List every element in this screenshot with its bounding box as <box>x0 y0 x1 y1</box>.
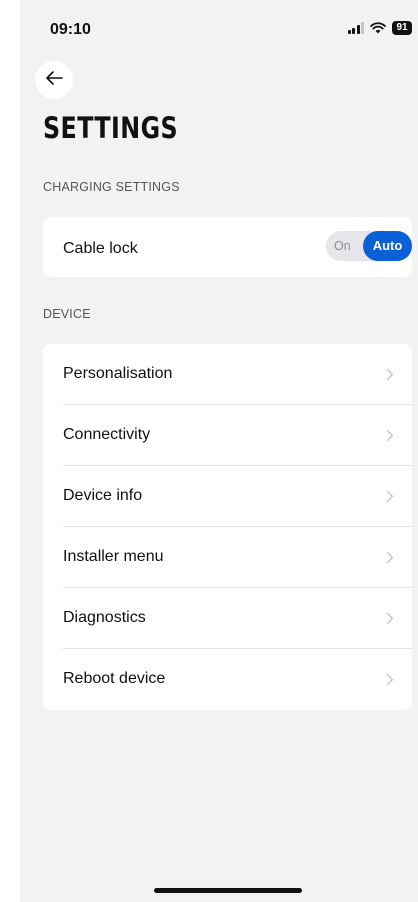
wifi-icon <box>370 22 386 34</box>
menu-item-label: Personalisation <box>63 365 173 382</box>
menu-item-label: Diagnostics <box>63 609 146 626</box>
chevron-right-icon <box>386 673 394 691</box>
menu-item-label: Device info <box>63 487 143 504</box>
menu-item-label: Reboot device <box>63 670 166 687</box>
cable-lock-label: Cable lock <box>63 240 138 257</box>
section-header-charging: CHARGING SETTINGS <box>43 180 180 194</box>
menu-item-connectivity[interactable]: Connectivity <box>43 405 412 466</box>
signal-icon <box>347 22 364 34</box>
status-time: 09:10 <box>50 21 91 38</box>
status-icons: 91 <box>347 21 412 35</box>
chevron-right-icon <box>386 551 394 569</box>
menu-item-personalisation[interactable]: Personalisation <box>43 344 412 405</box>
chevron-right-icon <box>386 429 394 447</box>
menu-item-device-info[interactable]: Device info <box>43 466 412 527</box>
cable-lock-toggle[interactable]: On Auto <box>326 231 412 261</box>
chevron-right-icon <box>386 368 394 386</box>
menu-item-diagnostics[interactable]: Diagnostics <box>43 588 412 649</box>
settings-screen: 09:10 91 SETTINGS CHARGING SETTINGS Cabl… <box>20 0 418 902</box>
menu-item-installer-menu[interactable]: Installer menu <box>43 527 412 588</box>
toggle-option-on[interactable]: On <box>334 239 351 253</box>
menu-item-label: Connectivity <box>63 426 151 443</box>
chevron-right-icon <box>386 490 394 508</box>
page-title: SETTINGS <box>43 111 179 145</box>
status-bar: 09:10 91 <box>20 0 418 56</box>
home-indicator <box>154 888 302 893</box>
battery-icon: 91 <box>392 21 412 35</box>
arrow-left-icon <box>45 70 63 91</box>
toggle-option-auto[interactable]: Auto <box>363 231 412 261</box>
back-button[interactable] <box>35 61 73 99</box>
menu-item-label: Installer menu <box>63 548 164 565</box>
device-menu-card: Personalisation Connectivity Device info… <box>43 344 412 710</box>
chevron-right-icon <box>386 612 394 630</box>
menu-item-reboot-device[interactable]: Reboot device <box>43 649 412 710</box>
cable-lock-card: Cable lock On Auto <box>43 217 412 277</box>
section-header-device: DEVICE <box>43 307 91 321</box>
